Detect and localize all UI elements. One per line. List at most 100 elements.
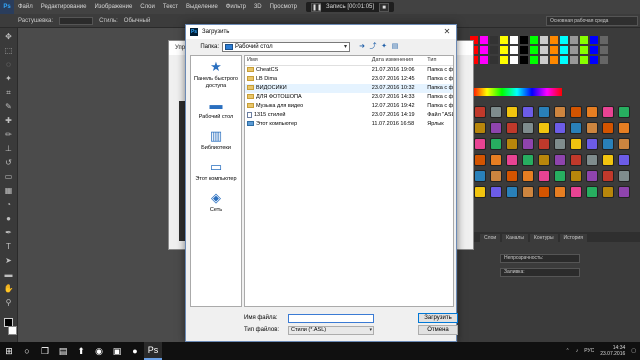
style-preset[interactable] — [474, 170, 486, 182]
menu-edit[interactable]: Редактирование — [37, 4, 91, 10]
style-preset[interactable] — [506, 122, 518, 134]
swatch[interactable] — [490, 46, 498, 54]
style-preset[interactable] — [602, 106, 614, 118]
gradient-tool-icon[interactable]: ▦ — [4, 186, 14, 196]
style-preset[interactable] — [474, 106, 486, 118]
style-preset[interactable] — [602, 186, 614, 198]
place-desktop[interactable]: ▬ Рабочий стол — [191, 98, 241, 121]
swatch[interactable] — [520, 46, 528, 54]
style-preset[interactable] — [490, 170, 502, 182]
hand-tool-icon[interactable]: ✋ — [4, 284, 14, 294]
style-preset[interactable] — [602, 138, 614, 150]
swatch[interactable] — [580, 46, 588, 54]
style-preset[interactable] — [570, 186, 582, 198]
marquee-tool-icon[interactable]: ⬚ — [4, 46, 14, 56]
language-indicator[interactable]: РУС — [584, 348, 594, 354]
style-preset[interactable] — [490, 154, 502, 166]
style-preset[interactable] — [570, 138, 582, 150]
style-preset[interactable] — [586, 106, 598, 118]
style-preset[interactable] — [522, 170, 534, 182]
file-row[interactable]: ДЛЯ ФОТОШОПА 23.07.2016 14:33 Папка с ф — [245, 93, 453, 102]
style-preset[interactable] — [618, 154, 630, 166]
style-preset[interactable] — [602, 154, 614, 166]
swatch[interactable] — [550, 56, 558, 64]
opacity-field[interactable]: Непрозрачность: — [500, 254, 580, 263]
style-preset[interactable] — [522, 138, 534, 150]
style-preset[interactable] — [490, 186, 502, 198]
style-preset[interactable] — [586, 170, 598, 182]
menu-filter[interactable]: Фильтр — [222, 4, 250, 10]
style-preset[interactable] — [618, 186, 630, 198]
style-preset[interactable] — [474, 154, 486, 166]
swatch[interactable] — [520, 56, 528, 64]
stop-icon[interactable]: ■ — [379, 2, 390, 12]
swatch[interactable] — [510, 46, 518, 54]
style-preset[interactable] — [490, 106, 502, 118]
swatch[interactable] — [490, 56, 498, 64]
windows-start-icon[interactable]: ⊞ — [0, 342, 18, 360]
place-network[interactable]: ◈ Сеть — [191, 191, 241, 214]
swatch[interactable] — [570, 46, 578, 54]
tray-arrow-icon[interactable]: ⌃ — [566, 348, 570, 354]
zoom-tool-icon[interactable]: ⚲ — [4, 298, 14, 308]
column-date[interactable]: Дата изменения — [370, 56, 425, 65]
style-preset[interactable] — [522, 154, 534, 166]
swatch[interactable] — [590, 56, 598, 64]
swatch[interactable] — [600, 56, 608, 64]
swatch[interactable] — [510, 36, 518, 44]
style-preset[interactable] — [538, 122, 550, 134]
task-view-icon[interactable]: ❐ — [36, 342, 54, 360]
up-folder-icon[interactable]: ⤴ — [369, 43, 377, 51]
menu-file[interactable]: Файл — [14, 4, 37, 10]
style-preset[interactable] — [538, 154, 550, 166]
style-preset[interactable] — [490, 122, 502, 134]
style-preset[interactable] — [570, 170, 582, 182]
style-preset[interactable] — [586, 186, 598, 198]
style-preset[interactable] — [586, 138, 598, 150]
dodge-tool-icon[interactable]: ● — [4, 214, 14, 224]
heal-tool-icon[interactable]: ✚ — [4, 116, 14, 126]
style-preset[interactable] — [570, 122, 582, 134]
search-icon[interactable]: ○ — [18, 342, 36, 360]
view-menu-icon[interactable]: ▤ — [391, 43, 399, 51]
swatch[interactable] — [500, 46, 508, 54]
background-color[interactable] — [8, 326, 17, 335]
path-select-icon[interactable]: ➤ — [4, 256, 14, 266]
style-preset[interactable] — [538, 106, 550, 118]
style-preset[interactable] — [554, 122, 566, 134]
swatch[interactable] — [490, 36, 498, 44]
folder-select[interactable]: Рабочий стол ▾ — [222, 42, 350, 52]
menu-layers[interactable]: Слои — [136, 4, 159, 10]
style-preset[interactable] — [538, 138, 550, 150]
menu-type[interactable]: Текст — [159, 4, 182, 10]
swatch[interactable] — [580, 56, 588, 64]
menu-3d[interactable]: 3D — [250, 4, 266, 10]
place-libraries[interactable]: ▥ Библиотеки — [191, 129, 241, 152]
swatch[interactable] — [590, 46, 598, 54]
style-preset[interactable] — [506, 106, 518, 118]
style-preset[interactable] — [490, 138, 502, 150]
pen-tool-icon[interactable]: ✒ — [4, 228, 14, 238]
style-preset[interactable] — [474, 186, 486, 198]
style-preset[interactable] — [538, 186, 550, 198]
wand-tool-icon[interactable]: ✦ — [4, 74, 14, 84]
file-row[interactable]: CheatCS 21.07.2016 19:06 Папка с ф — [245, 66, 453, 75]
load-button[interactable]: Загрузить — [418, 313, 458, 323]
style-preset[interactable] — [474, 122, 486, 134]
swatch[interactable] — [550, 46, 558, 54]
explorer-icon[interactable]: ▤ — [54, 342, 72, 360]
tab-history[interactable]: История — [559, 234, 587, 242]
recorder-icon[interactable]: ● — [126, 342, 144, 360]
style-preset[interactable] — [522, 122, 534, 134]
style-preset[interactable] — [618, 122, 630, 134]
swatch[interactable] — [480, 46, 488, 54]
style-preset[interactable] — [618, 170, 630, 182]
swatch[interactable] — [590, 36, 598, 44]
column-name[interactable]: Имя — [245, 56, 370, 65]
style-preset[interactable] — [506, 186, 518, 198]
eyedropper-tool-icon[interactable]: ✎ — [4, 102, 14, 112]
swatch[interactable] — [550, 36, 558, 44]
style-preset[interactable] — [522, 186, 534, 198]
column-type[interactable]: Тип — [425, 56, 453, 65]
pause-icon[interactable]: ❚❚ — [311, 2, 322, 12]
